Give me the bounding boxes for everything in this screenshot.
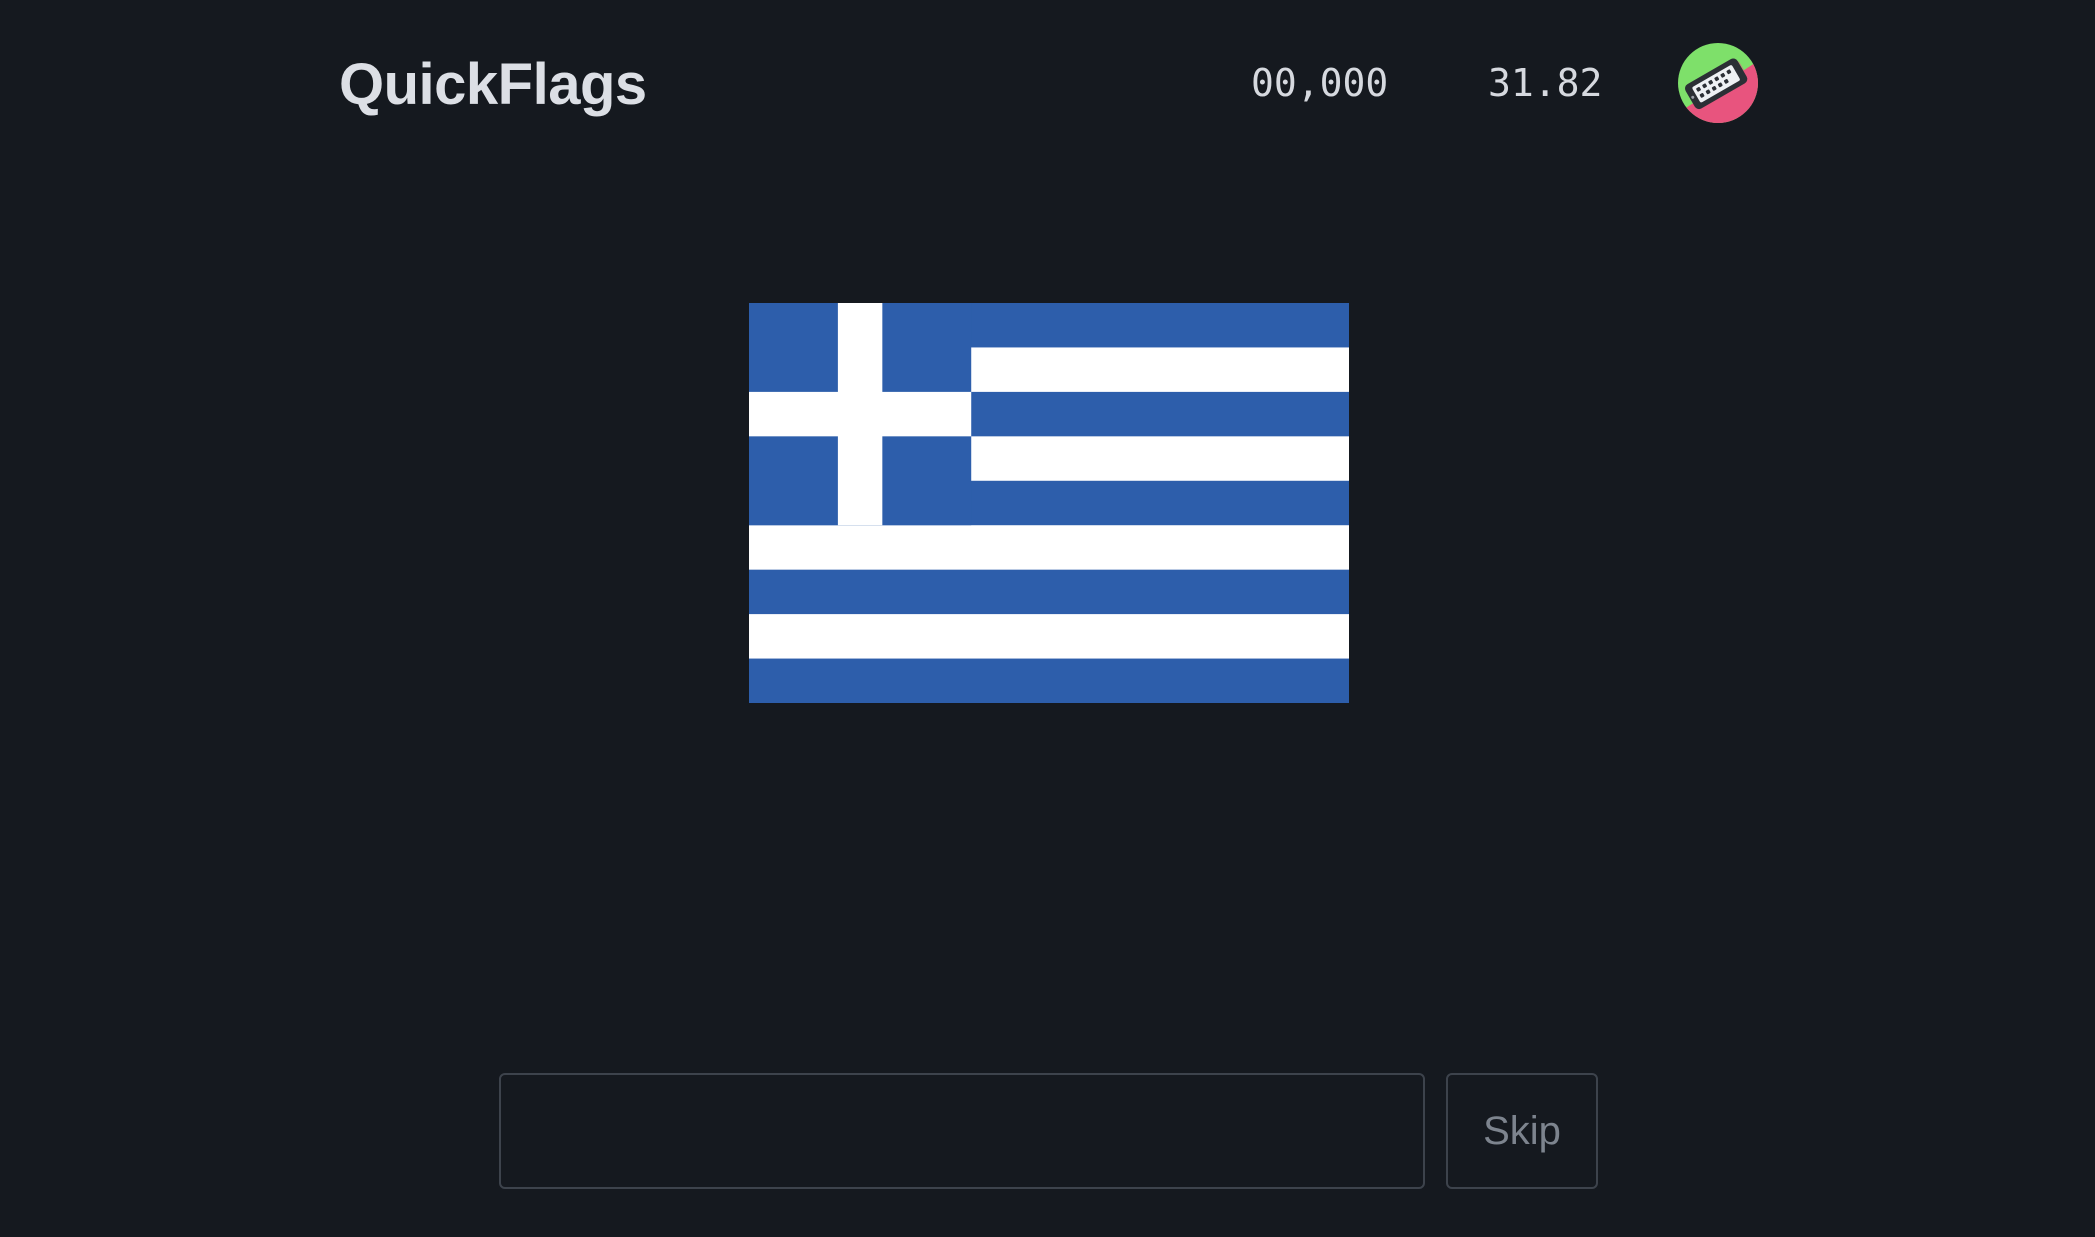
score-counter: 00,000 <box>1251 61 1389 105</box>
mobile-phone-icon <box>1678 43 1758 123</box>
user-avatar[interactable] <box>1678 43 1758 123</box>
greece-flag-icon <box>749 303 1349 703</box>
skip-button[interactable]: Skip <box>1446 1073 1598 1189</box>
flag-image <box>749 303 1349 703</box>
answer-input[interactable] <box>499 1073 1425 1189</box>
timer-display: 31.82 <box>1488 61 1603 105</box>
app-title: QuickFlags <box>339 52 647 117</box>
